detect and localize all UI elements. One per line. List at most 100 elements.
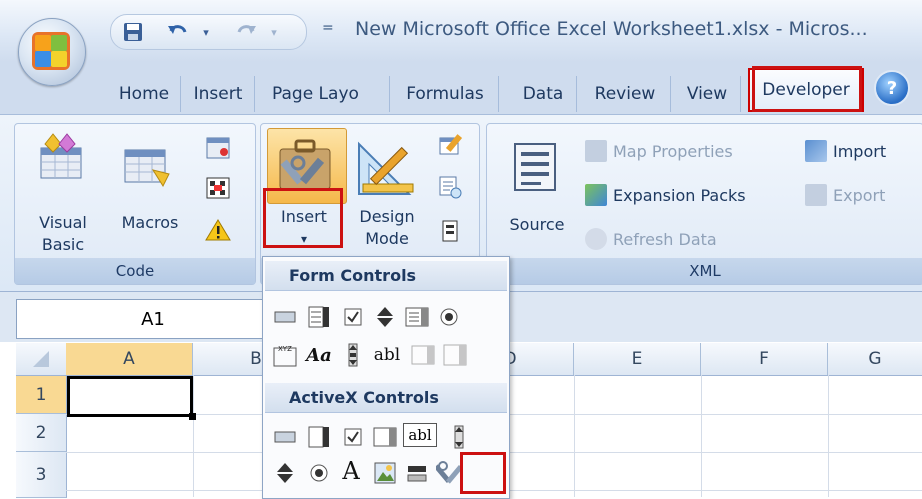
- export-label: Export: [833, 185, 886, 205]
- activex-spin-button-icon[interactable]: [271, 459, 299, 487]
- name-box[interactable]: A1: [16, 299, 290, 339]
- activex-controls-header: ActiveX Controls: [265, 383, 507, 413]
- undo-icon[interactable]: [163, 19, 193, 45]
- relative-references-icon[interactable]: [205, 176, 231, 204]
- activex-toggle-button-icon[interactable]: [403, 459, 431, 487]
- activex-text-box-icon[interactable]: abl: [403, 423, 437, 447]
- activex-check-box-icon[interactable]: [339, 423, 367, 451]
- form-check-box-icon[interactable]: [339, 303, 367, 331]
- tab-page-layout[interactable]: Page Layo: [264, 76, 390, 112]
- select-all-corner[interactable]: [16, 343, 67, 375]
- column-gridline: [828, 375, 829, 497]
- insert-controls-highlight: [263, 188, 343, 248]
- form-combo-box-icon[interactable]: [305, 303, 333, 331]
- run-dialog-icon[interactable]: [437, 218, 463, 248]
- design-mode-icon[interactable]: [355, 134, 421, 202]
- form-option-button-icon[interactable]: [435, 303, 463, 331]
- activex-option-button-icon[interactable]: [305, 459, 333, 487]
- macros-label[interactable]: Macros: [115, 212, 185, 234]
- activex-combo-box-icon[interactable]: [305, 423, 333, 451]
- tab-home[interactable]: Home: [108, 76, 181, 112]
- form-combo-dropdown-edit-icon: [441, 341, 469, 369]
- column-header-e[interactable]: E: [574, 343, 701, 375]
- tab-view[interactable]: View: [674, 76, 741, 112]
- form-controls-header: Form Controls: [265, 261, 507, 291]
- export-button[interactable]: Export: [805, 184, 885, 206]
- import-label: Import: [833, 141, 887, 161]
- form-label-icon[interactable]: Aa: [305, 341, 333, 369]
- macro-security-icon[interactable]: [205, 218, 231, 246]
- activex-image-icon[interactable]: [371, 459, 399, 487]
- import-icon: [805, 140, 827, 162]
- source-label[interactable]: Source: [501, 214, 573, 236]
- activex-more-controls-icon[interactable]: [435, 459, 463, 487]
- view-code-icon[interactable]: [437, 174, 463, 204]
- macros-icon[interactable]: [123, 144, 173, 192]
- redo-dropdown-icon[interactable]: ▾: [265, 19, 283, 45]
- activex-command-button-icon[interactable]: [271, 423, 299, 451]
- tab-insert[interactable]: Insert: [182, 76, 255, 112]
- column-gridline: [701, 375, 702, 497]
- design-mode-label-line2: Mode: [365, 229, 409, 248]
- developer-tab-highlight: [752, 66, 862, 112]
- form-scroll-bar-icon[interactable]: [339, 341, 367, 369]
- properties-icon[interactable]: [437, 132, 463, 162]
- visual-basic-icon[interactable]: [37, 132, 87, 186]
- help-icon[interactable]: ?: [874, 70, 910, 106]
- column-gridline: [574, 375, 575, 497]
- office-button[interactable]: [18, 18, 86, 86]
- design-mode-label[interactable]: Design Mode: [349, 206, 425, 250]
- visual-basic-label-line1: Visual: [39, 213, 87, 232]
- office-button-icon: [32, 32, 70, 70]
- import-button[interactable]: Import: [805, 140, 886, 162]
- row-header-3[interactable]: 3: [16, 452, 67, 498]
- activex-scroll-bar-icon[interactable]: [445, 423, 473, 451]
- map-properties-label: Map Properties: [613, 141, 733, 161]
- save-icon[interactable]: [119, 19, 147, 45]
- form-group-box-icon[interactable]: XYZ: [271, 341, 299, 369]
- refresh-data-label: Refresh Data: [613, 229, 717, 249]
- expansion-packs-button[interactable]: Expansion Packs: [585, 184, 746, 206]
- fill-handle[interactable]: [189, 413, 196, 420]
- group-label-code: Code: [15, 258, 255, 284]
- quick-access-toolbar: ▾ ▾: [110, 14, 307, 50]
- more-controls-highlight: [460, 452, 506, 494]
- active-cell-a1[interactable]: [67, 376, 193, 417]
- column-gridline: [193, 375, 194, 497]
- form-combo-list-edit-icon: [409, 341, 437, 369]
- form-spin-button-icon[interactable]: [371, 303, 399, 331]
- customize-qat-button[interactable]: =: [322, 20, 334, 36]
- design-mode-label-line1: Design: [359, 207, 415, 226]
- activex-list-box-icon[interactable]: [371, 423, 399, 451]
- redo-icon[interactable]: [231, 19, 261, 45]
- form-button-control-icon[interactable]: [271, 303, 299, 331]
- map-properties-icon: [585, 140, 607, 162]
- column-header-f[interactable]: F: [701, 343, 828, 375]
- tab-formulas[interactable]: Formulas: [392, 76, 499, 112]
- activex-label-icon[interactable]: A: [337, 457, 365, 485]
- export-icon: [805, 184, 827, 206]
- map-properties-button[interactable]: Map Properties: [585, 140, 733, 162]
- row-header-2[interactable]: 2: [16, 414, 67, 452]
- group-label-xml: XML: [487, 258, 922, 284]
- refresh-data-button[interactable]: Refresh Data: [585, 228, 717, 250]
- record-macro-icon[interactable]: [205, 136, 231, 164]
- visual-basic-label[interactable]: Visual Basic: [23, 212, 103, 256]
- refresh-data-icon: [585, 228, 607, 250]
- column-header-g[interactable]: G: [828, 343, 922, 375]
- form-text-field-icon[interactable]: abl: [369, 341, 405, 369]
- tab-data[interactable]: Data: [510, 76, 577, 112]
- row-header-1[interactable]: 1: [16, 376, 67, 414]
- form-list-box-icon[interactable]: [403, 303, 431, 331]
- tab-review[interactable]: Review: [580, 76, 671, 112]
- undo-dropdown-icon[interactable]: ▾: [197, 19, 215, 45]
- svg-text:XYZ: XYZ: [278, 345, 292, 353]
- expansion-packs-icon: [585, 184, 607, 206]
- window-title: New Microsoft Office Excel Worksheet1.xl…: [355, 18, 868, 40]
- group-code: Visual Basic Macros Code: [14, 123, 256, 285]
- expansion-packs-label: Expansion Packs: [613, 185, 746, 205]
- column-header-a[interactable]: A: [66, 343, 193, 375]
- source-icon[interactable]: [513, 142, 559, 196]
- visual-basic-label-line2: Basic: [41, 235, 85, 254]
- group-xml: Source Map Properties Expansion Packs Re…: [486, 123, 922, 285]
